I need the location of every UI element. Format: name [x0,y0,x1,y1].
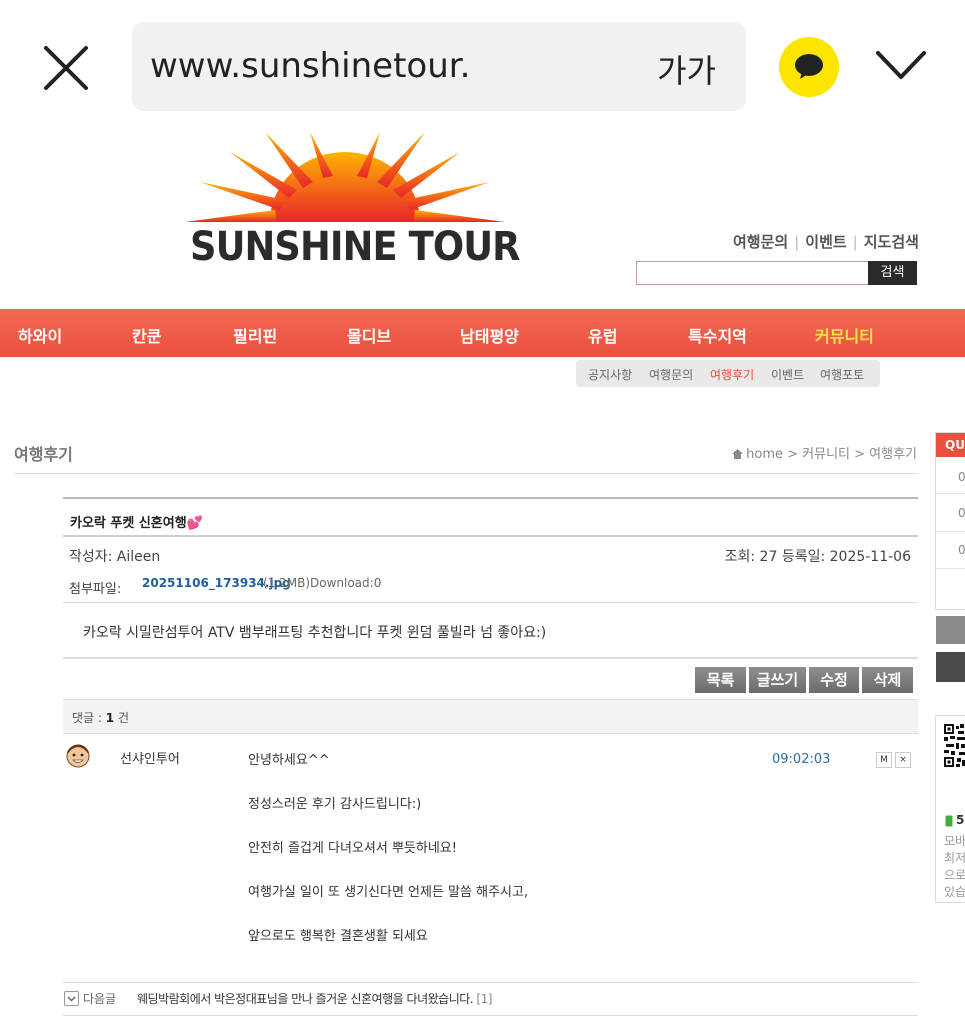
separator: | [794,233,800,251]
close-button[interactable] [40,42,92,94]
subnav-item-inquiry[interactable]: 여행문의 [649,366,693,383]
page-title: 여행후기 [14,445,73,464]
attachment-download-count: Download:0 [310,576,382,590]
site-search-input[interactable] [636,261,870,285]
reply-text-line: 앞으로도 행복한 결혼생활 되세요 [248,929,428,944]
site-logo[interactable]: SUNSHINE TOUR [185,132,520,277]
subnav-item-notice[interactable]: 공지사항 [588,366,632,383]
nav-item-europe[interactable]: 유럽 [588,323,617,347]
next-post-label: 다음글 [83,992,117,1006]
font-size-button[interactable]: 가가 [657,46,716,92]
util-link-event[interactable]: 이벤트 [805,233,846,251]
mobile-phone-icon [945,815,953,827]
next-post-reply-count: [1] [476,992,492,1006]
post-title: 카오락 푸켓 신혼여행💕 [70,516,203,531]
reply-text-line: 안전히 즐겁게 다녀오셔서 뿌듯하네요! [248,841,457,856]
breadcrumb: home > 커뮤니티 > 여행후기 [732,443,917,462]
divider [63,1015,918,1016]
mobile-qr-panel: 5 모바 최저 으로 있습 [935,715,965,903]
separator: | [852,233,858,251]
reply-text-line: 안녕하세요^^ [248,753,330,768]
divider [936,568,965,569]
avatar [66,744,90,768]
nav-item-special[interactable]: 특수지역 [688,323,747,347]
quick-menu-count: 0 [958,470,965,484]
qr-caption: 최저 [944,851,965,865]
divider [63,535,918,537]
attachment-label: 첨부파일: [69,582,122,597]
reply-count-label: 댓글 : [72,711,102,725]
logo-text: SUNSHINE TOUR [190,224,520,270]
expand-menu-button[interactable] [875,48,927,82]
quick-menu-count: 0 [958,543,965,557]
home-icon [732,449,744,459]
divider [936,493,965,494]
util-link-map[interactable]: 지도검색 [864,233,919,251]
quick-menu-panel: QUI 0 0 0 [935,432,965,610]
reply-text-line: 여행가실 일이 또 생기신다면 언제든 말씀 해주시고, [248,885,529,900]
subnav-item-photo[interactable]: 여행포토 [820,366,864,383]
reply-count-unit: 건 [117,711,130,725]
kakaotalk-share-button[interactable] [779,37,839,97]
address-bar[interactable]: www.sunshinetour. 가가 [132,22,746,111]
nav-item-south-pacific[interactable]: 남태평양 [460,323,519,347]
subnav-item-review[interactable]: 여행후기 [710,366,754,383]
browser-toolbar: www.sunshinetour. 가가 [0,0,965,132]
divider [14,473,918,474]
qr-code-icon [944,724,965,810]
nav-item-community[interactable]: 커뮤니티 [815,323,874,347]
qr-caption: 으로 [944,868,965,882]
reply-time: 09:02:03 [772,752,831,767]
quick-menu-count: 0 [958,506,965,520]
write-button[interactable]: 글쓰기 [749,667,806,693]
qr-caption: 있습 [944,885,965,899]
url-text: www.sunshinetour. [150,46,471,86]
divider [63,602,918,603]
edit-button[interactable]: 수정 [809,667,859,693]
quick-menu-button[interactable] [936,616,965,644]
chevron-down-icon [876,51,926,79]
nav-item-hawaii[interactable]: 하와이 [18,323,62,347]
breadcrumb-text[interactable]: home > 커뮤니티 > 여행후기 [746,447,917,462]
reply-author: 선샤인투어 [120,752,180,767]
chevron-down-icon [64,991,79,1006]
post-body: 카오락 시밀란섬투어 ATV 뱀부래프팅 추천합니다 푸켓 윈덤 풀빌라 넘 좋… [83,625,547,641]
nav-item-philippines[interactable]: 필리핀 [233,323,277,347]
site-search-button[interactable]: 검색 [868,261,917,285]
post-meta: 조회: 27 등록일: 2025-11-06 [724,549,911,565]
util-link-inquiry[interactable]: 여행문의 [733,233,788,251]
delete-button[interactable]: 삭제 [862,667,913,693]
divider [936,531,965,532]
reply-modify-button[interactable]: M [876,752,892,768]
quick-menu-head: QUI [936,433,965,457]
list-button[interactable]: 목록 [695,667,746,693]
reply-count-number: 1 [105,711,115,725]
quick-menu-button[interactable] [936,652,965,682]
next-post-title: 웨딩박람회에서 박은정대표님을 만나 즐거운 신혼여행을 다녀왔습니다. [137,992,474,1006]
nav-item-maldives[interactable]: 몰디브 [347,323,391,347]
reply-text-line: 정성스러운 후기 감사드립니다:) [248,797,422,812]
reply-delete-button[interactable]: × [895,752,911,768]
divider [63,657,918,659]
divider [63,982,918,983]
sun-logo-icon [185,132,505,222]
utility-links: 여행문의 | 이벤트 | 지도검색 [733,231,919,252]
reply-count-bar: 댓글 : 1 건 [63,699,918,734]
post-author: 작성자: Aileen [69,549,161,565]
divider [63,497,918,499]
close-icon [44,46,88,90]
chat-bubble-icon [795,54,823,79]
qr-caption: 모바 [944,834,965,848]
community-subnav: 공지사항 여행문의 여행후기 이벤트 여행포토 [576,360,880,387]
reply-count: 댓글 : 1 건 [72,709,129,726]
main-nav: 하와이 칸쿤 필리핀 몰디브 남태평양 유럽 특수지역 커뮤니티 [0,309,965,357]
attachment-size: (1.2MB) [263,576,311,590]
qr-caption: 5 [956,813,965,827]
subnav-item-event[interactable]: 이벤트 [771,366,804,383]
next-post-link[interactable]: 웨딩박람회에서 박은정대표님을 만나 즐거운 신혼여행을 다녀왔습니다. [1] [137,990,492,1007]
nav-item-cancun[interactable]: 칸쿤 [132,323,161,347]
